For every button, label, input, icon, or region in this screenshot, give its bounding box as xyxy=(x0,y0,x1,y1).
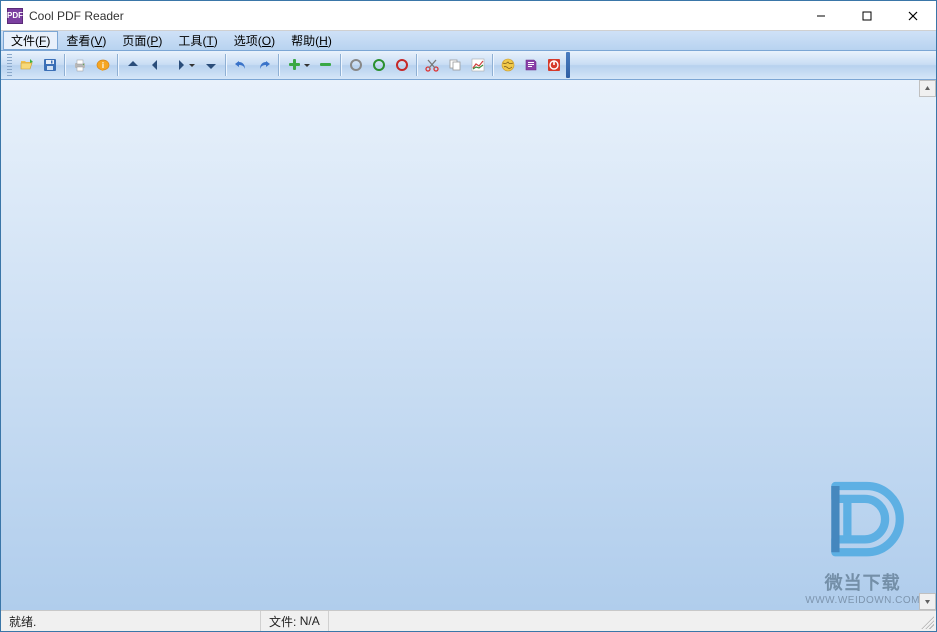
chart-button[interactable] xyxy=(466,54,489,77)
prev-page-button[interactable] xyxy=(144,54,167,77)
open-button[interactable] xyxy=(15,54,38,77)
app-icon: PDF xyxy=(7,8,23,24)
document-area: 微当下载 WWW.WEIDOWN.COM xyxy=(1,80,936,610)
last-page-button[interactable] xyxy=(199,54,222,77)
save-button[interactable] xyxy=(38,54,61,77)
help-book-button[interactable] xyxy=(519,54,542,77)
app-window: PDF Cool PDF Reader 文件(F) 查看(V) 页面(P) 工具… xyxy=(0,0,937,632)
menu-view[interactable]: 查看(V) xyxy=(58,31,114,50)
window-title: Cool PDF Reader xyxy=(29,9,798,23)
resize-grip-icon[interactable] xyxy=(918,613,934,629)
view-mode-red-button[interactable] xyxy=(390,54,413,77)
exit-button[interactable] xyxy=(542,54,565,77)
toolbar-separator xyxy=(64,54,65,76)
menubar: 文件(F) 查看(V) 页面(P) 工具(T) 选项(O) 帮助(H) xyxy=(1,31,936,51)
copy-button[interactable] xyxy=(443,54,466,77)
menu-options[interactable]: 选项(O) xyxy=(226,31,283,50)
print-button[interactable] xyxy=(68,54,91,77)
toolbar-separator xyxy=(492,54,493,76)
undo-button[interactable] xyxy=(229,54,252,77)
menu-file[interactable]: 文件(F) xyxy=(3,31,58,50)
watermark-logo-icon xyxy=(817,475,909,567)
toolbar-separator xyxy=(278,54,279,76)
view-mode-green-button[interactable] xyxy=(367,54,390,77)
menu-tools[interactable]: 工具(T) xyxy=(170,31,225,50)
toolbar-separator xyxy=(416,54,417,76)
svg-text:i: i xyxy=(101,61,103,70)
toolbar: i xyxy=(1,51,936,80)
watermark-text: 微当下载 xyxy=(805,569,920,595)
minimize-button[interactable] xyxy=(798,1,844,30)
info-button[interactable]: i xyxy=(91,54,114,77)
scroll-down-button[interactable] xyxy=(919,593,936,610)
window-controls xyxy=(798,1,936,30)
vertical-scrollbar[interactable] xyxy=(919,80,936,610)
zoom-in-button[interactable] xyxy=(282,54,314,77)
watermark: 微当下载 WWW.WEIDOWN.COM xyxy=(805,475,920,606)
watermark-url: WWW.WEIDOWN.COM xyxy=(805,595,920,606)
status-file-value: N/A xyxy=(300,614,320,628)
scroll-track[interactable] xyxy=(919,97,936,593)
view-mode-gray-button[interactable] xyxy=(344,54,367,77)
toolbar-separator xyxy=(340,54,341,76)
menu-page[interactable]: 页面(P) xyxy=(114,31,170,50)
toolbar-separator xyxy=(117,54,118,76)
redo-button[interactable] xyxy=(252,54,275,77)
scroll-up-button[interactable] xyxy=(919,80,936,97)
toolbar-separator xyxy=(225,54,226,76)
statusbar: 就绪. 文件: N/A xyxy=(1,610,936,631)
cut-button[interactable] xyxy=(420,54,443,77)
maximize-button[interactable] xyxy=(844,1,890,30)
status-file: 文件: N/A xyxy=(261,611,329,631)
next-page-button[interactable] xyxy=(167,54,199,77)
first-page-button[interactable] xyxy=(121,54,144,77)
titlebar: PDF Cool PDF Reader xyxy=(1,1,936,31)
menu-help[interactable]: 帮助(H) xyxy=(283,31,340,50)
zoom-out-button[interactable] xyxy=(314,54,337,77)
toolbar-grip[interactable] xyxy=(7,54,12,76)
close-button[interactable] xyxy=(890,1,936,30)
toolbar-overflow[interactable] xyxy=(566,52,570,78)
status-ready: 就绪. xyxy=(1,611,261,631)
globe-button[interactable] xyxy=(496,54,519,77)
